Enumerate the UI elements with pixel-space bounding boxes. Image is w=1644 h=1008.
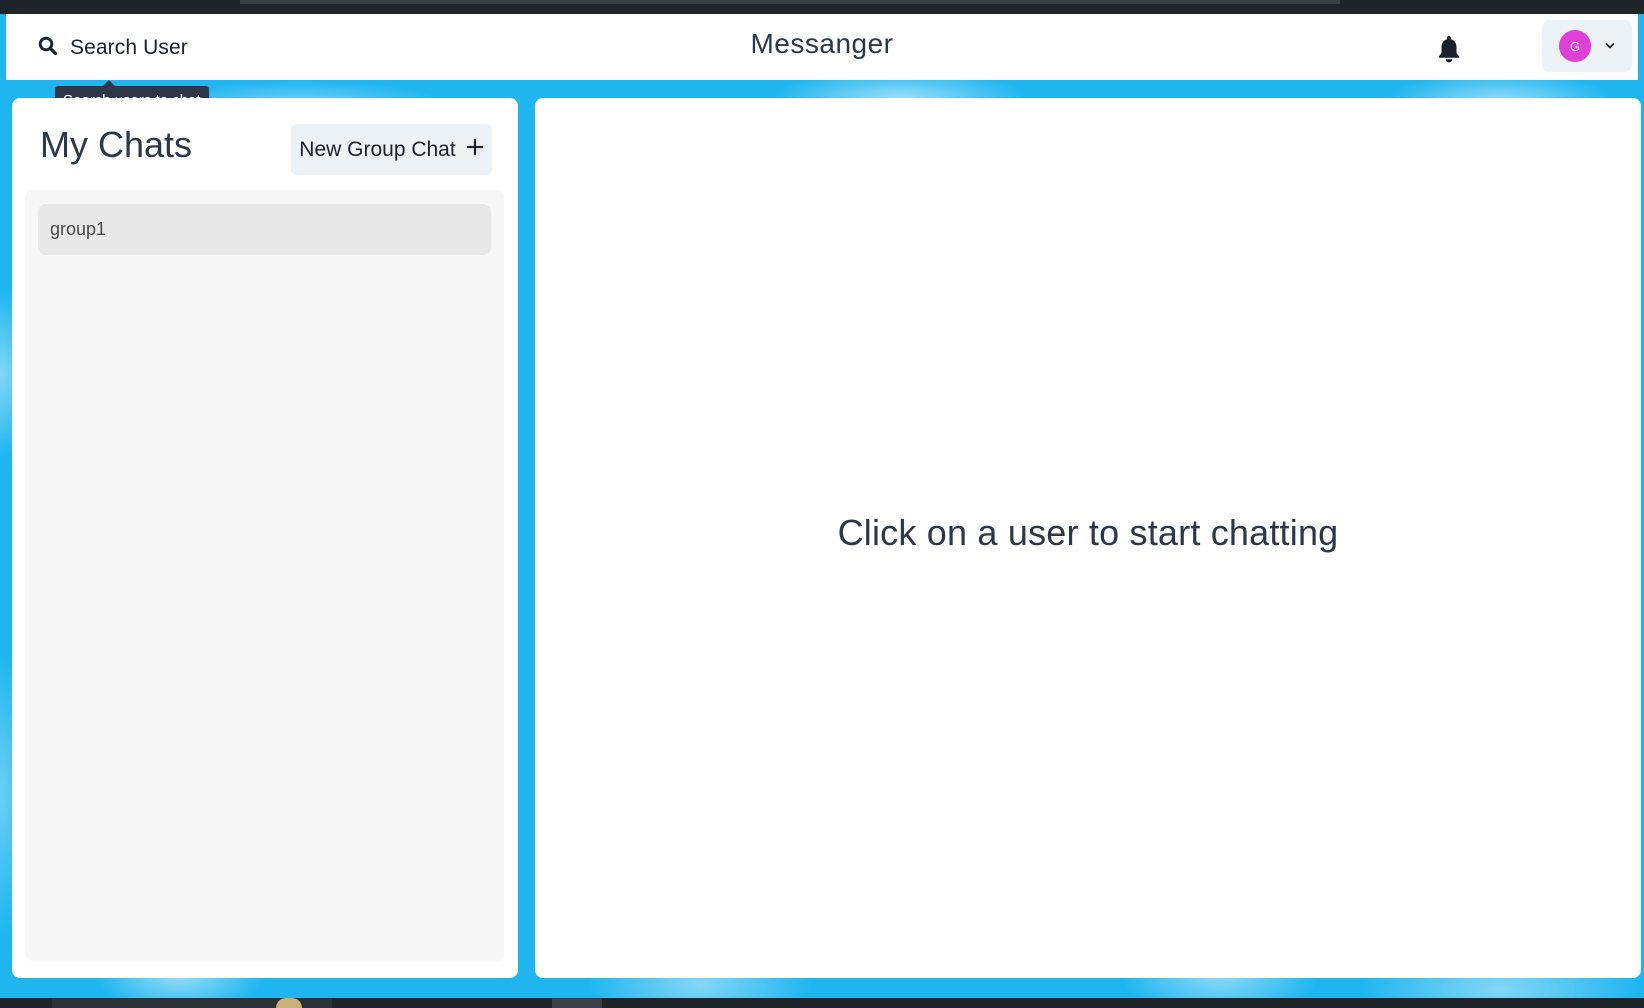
app-header: Search User Messanger G: [6, 14, 1638, 80]
empty-chat-message: Click on a user to start chatting: [837, 512, 1339, 553]
plus-icon: [466, 138, 484, 162]
chat-list: group1: [25, 190, 504, 961]
avatar: G: [1559, 30, 1591, 62]
app-title: Messanger: [750, 28, 894, 59]
my-chats-title: My Chats: [40, 124, 193, 165]
window-top-strip-highlight: [240, 0, 1340, 4]
new-group-chat-button[interactable]: New Group Chat: [291, 124, 492, 175]
taskbar-item[interactable]: [552, 998, 602, 1008]
bell-icon[interactable]: [1436, 34, 1462, 64]
my-chats-panel: My Chats New Group Chat group1: [12, 98, 518, 978]
window-top-strip: [0, 0, 1644, 14]
new-group-chat-label: New Group Chat: [299, 137, 456, 161]
chat-list-item[interactable]: group1: [38, 204, 491, 255]
chat-name: group1: [50, 219, 107, 239]
taskbar-app-icon[interactable]: [276, 998, 302, 1008]
chat-window-panel: Click on a user to start chatting: [535, 98, 1641, 978]
profile-menu-button[interactable]: G: [1542, 20, 1632, 72]
chevron-down-icon: [1605, 37, 1615, 55]
os-taskbar: [0, 998, 1644, 1008]
avatar-initial: G: [1569, 38, 1581, 54]
